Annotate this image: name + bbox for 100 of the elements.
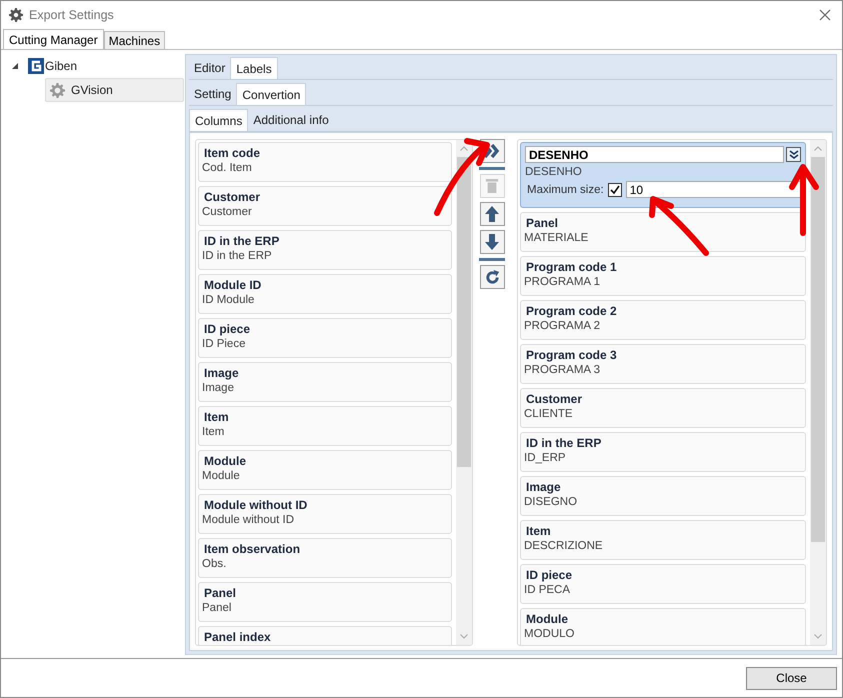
expanded-triangle-icon[interactable] bbox=[11, 62, 19, 70]
reset-button[interactable] bbox=[480, 265, 504, 289]
expand-button[interactable] bbox=[786, 147, 801, 162]
column-card[interactable]: Panel index bbox=[198, 626, 452, 645]
tab[interactable]: Columns bbox=[189, 109, 248, 131]
column-card[interactable]: Module Module bbox=[198, 450, 452, 490]
column-card[interactable]: Panel Panel bbox=[198, 582, 452, 622]
gear-icon bbox=[9, 8, 23, 22]
column-title: Image bbox=[203, 366, 240, 380]
column-title: Item bbox=[203, 410, 230, 424]
column-name: MODULO bbox=[524, 628, 576, 640]
column-name: Obs. bbox=[202, 558, 228, 570]
maximum-size-label: Maximum size: bbox=[527, 184, 604, 196]
column-title: Program code 3 bbox=[525, 348, 618, 362]
tree-item[interactable]: GVision bbox=[45, 78, 184, 102]
column-card[interactable]: ID piece ID Piece bbox=[198, 318, 452, 358]
annotation-arrow bbox=[649, 196, 709, 256]
column-card[interactable]: Image Image bbox=[198, 362, 452, 402]
up-button[interactable] bbox=[480, 202, 504, 226]
column-card[interactable]: Customer CLIENTE bbox=[520, 388, 806, 428]
maximum-size-field[interactable]: 10 bbox=[626, 181, 801, 198]
annotation-arrow bbox=[789, 164, 819, 236]
column-name: Customer bbox=[202, 206, 253, 218]
column-name: Module without ID bbox=[202, 514, 296, 526]
close-button[interactable]: Close bbox=[746, 666, 837, 690]
column-card[interactable]: Item Item bbox=[198, 406, 452, 446]
column-name: DISEGNO bbox=[524, 496, 578, 508]
column-name: ID in the ERP bbox=[202, 250, 273, 262]
column-name: ID PECA bbox=[524, 584, 572, 596]
tree-item[interactable]: Giben bbox=[45, 59, 78, 73]
close-icon[interactable] bbox=[819, 9, 831, 21]
column-title: ID in the ERP bbox=[525, 436, 602, 450]
column-card[interactable]: Program code 1 PROGRAMA 1 bbox=[520, 256, 806, 296]
column-name: ID Piece bbox=[202, 338, 246, 350]
column-card[interactable]: Item observation Obs. bbox=[198, 538, 452, 578]
down-arrow-icon bbox=[484, 233, 500, 251]
column-name: Image bbox=[202, 382, 235, 394]
column-card[interactable]: Item code Cod. Item bbox=[198, 142, 452, 182]
column-card[interactable]: Customer Customer bbox=[198, 186, 452, 226]
column-name: DESENHO bbox=[525, 166, 583, 178]
trash-icon bbox=[485, 178, 499, 194]
column-title: Panel bbox=[525, 216, 560, 230]
column-card[interactable]: Module MODULO bbox=[520, 608, 806, 645]
column-title: Item bbox=[525, 524, 552, 538]
column-card[interactable]: Module without ID Module without ID bbox=[198, 494, 452, 534]
double-chevron-down-icon bbox=[788, 150, 798, 160]
column-title: ID piece bbox=[525, 568, 574, 582]
column-title: Module without ID bbox=[203, 498, 308, 512]
column-title: Module bbox=[525, 612, 569, 626]
down-button[interactable] bbox=[480, 230, 504, 254]
tab[interactable]: Additional info bbox=[248, 109, 334, 131]
tab[interactable]: Convertion bbox=[236, 83, 306, 105]
column-card[interactable]: DESENHO DESENHO Maximum size: 10 bbox=[520, 142, 806, 208]
column-name: PROGRAMA 3 bbox=[524, 364, 602, 376]
column-name: Cod. Item bbox=[202, 162, 253, 174]
column-card[interactable]: ID in the ERP ID_ERP bbox=[520, 432, 806, 472]
tab[interactable]: Machines bbox=[104, 31, 166, 49]
column-name: PROGRAMA 1 bbox=[524, 276, 602, 288]
column-card[interactable]: Panel MATERIALE bbox=[520, 212, 806, 252]
column-name: MATERIALE bbox=[524, 232, 590, 244]
column-title: Customer bbox=[203, 190, 262, 204]
column-card[interactable]: Image DISEGNO bbox=[520, 476, 806, 516]
column-name: ID Module bbox=[202, 294, 256, 306]
column-title: Image bbox=[525, 480, 562, 494]
up-arrow-icon bbox=[484, 205, 500, 223]
column-title: Panel index bbox=[203, 630, 272, 644]
column-name: Panel bbox=[202, 602, 232, 614]
refresh-icon bbox=[484, 268, 500, 286]
column-title: Item code bbox=[203, 146, 262, 160]
window-title: Export Settings bbox=[29, 8, 114, 22]
column-title-field[interactable]: DESENHO bbox=[525, 146, 784, 163]
column-title: Program code 2 bbox=[525, 304, 618, 318]
column-card[interactable]: ID piece ID PECA bbox=[520, 564, 806, 604]
tab[interactable]: Cutting Manager bbox=[3, 29, 104, 49]
column-name: CLIENTE bbox=[524, 408, 574, 420]
tab[interactable]: Editor bbox=[189, 57, 230, 79]
column-title: ID piece bbox=[203, 322, 252, 336]
gear-icon bbox=[50, 82, 65, 98]
column-name: Module bbox=[202, 470, 241, 482]
double-chevron-icon bbox=[482, 143, 502, 159]
column-title: Module bbox=[203, 454, 247, 468]
column-name: Item bbox=[202, 426, 226, 438]
column-card[interactable]: Item DESCRIZIONE bbox=[520, 520, 806, 560]
column-title: Module ID bbox=[203, 278, 262, 292]
logo-icon bbox=[28, 58, 44, 74]
column-title: ID in the ERP bbox=[203, 234, 280, 248]
column-title: Customer bbox=[525, 392, 584, 406]
column-name: ID_ERP bbox=[524, 452, 567, 464]
column-name: PROGRAMA 2 bbox=[524, 320, 602, 332]
column-name: DESCRIZIONE bbox=[524, 540, 604, 552]
checkbox[interactable] bbox=[608, 182, 622, 196]
column-title: Item observation bbox=[203, 542, 302, 556]
column-card[interactable]: Program code 3 PROGRAMA 3 bbox=[520, 344, 806, 384]
tab[interactable]: Setting bbox=[189, 83, 236, 105]
checkmark-icon bbox=[610, 184, 620, 194]
column-card[interactable]: Program code 2 PROGRAMA 2 bbox=[520, 300, 806, 340]
column-title: Panel bbox=[203, 586, 238, 600]
column-card[interactable]: ID in the ERP ID in the ERP bbox=[198, 230, 452, 270]
tab[interactable]: Labels bbox=[230, 57, 278, 79]
column-card[interactable]: Module ID ID Module bbox=[198, 274, 452, 314]
